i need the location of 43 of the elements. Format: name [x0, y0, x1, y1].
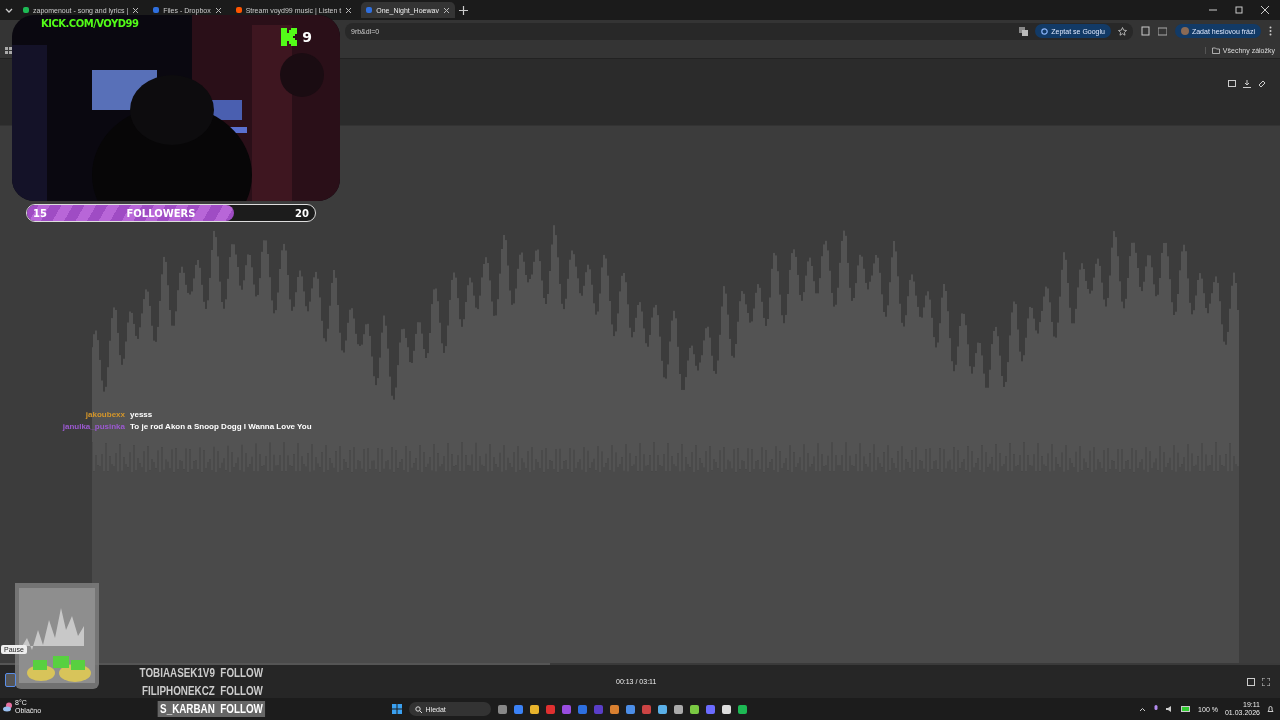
more-icon[interactable]: [1269, 26, 1272, 36]
minimize-icon[interactable]: [1209, 6, 1217, 14]
goal-target: 20: [295, 207, 309, 219]
new-tab-icon[interactable]: [458, 5, 468, 15]
bookmark-star-icon[interactable]: [1117, 26, 1127, 36]
restore-icon[interactable]: [1235, 6, 1243, 14]
link-icon[interactable]: [1258, 80, 1266, 88]
recent-follow: FILIPHONEKCZ FOLLOW: [140, 683, 264, 699]
folder-icon: [1211, 46, 1220, 54]
microphone-icon[interactable]: [1153, 705, 1160, 713]
chat-username: jakoubexx: [84, 410, 125, 419]
tab-favicon-icon: [153, 7, 160, 13]
channel-url: KICK.COM/VOYD99: [41, 18, 139, 29]
windows-start-icon[interactable]: [391, 704, 402, 714]
avatar-icon: [1180, 27, 1189, 35]
goal-start: 15: [33, 207, 47, 219]
recent-follow: TOBIAASEK1V9 FOLLOW: [138, 665, 264, 681]
weather-icon: [3, 702, 13, 712]
goal-label: FOLLOWERS: [125, 207, 197, 219]
close-icon[interactable]: [214, 6, 222, 14]
viewer-count: 9: [302, 29, 312, 45]
notification-bell-icon[interactable]: [1267, 705, 1274, 713]
tab-favicon-icon: [235, 7, 242, 13]
fullscreen-icon[interactable]: [1262, 677, 1270, 686]
chevron-up-icon[interactable]: [1139, 705, 1147, 713]
recent-follow: S_KARBAN FOLLOW: [157, 701, 265, 717]
chat-username: janulka_pusinka: [61, 422, 125, 431]
close-icon[interactable]: [1261, 6, 1269, 14]
battery-icon[interactable]: [1181, 706, 1192, 712]
download-icon[interactable]: [1243, 80, 1251, 88]
chat-message: yesss: [130, 410, 153, 419]
tab-favicon-icon: [366, 7, 373, 13]
tab-favicon-icon: [23, 7, 29, 13]
close-icon[interactable]: [442, 6, 450, 14]
close-icon[interactable]: [132, 6, 140, 14]
search-icon: [414, 705, 422, 713]
sidebar-icon[interactable]: [1157, 26, 1167, 36]
kick-logo-icon: [281, 28, 298, 46]
close-icon[interactable]: [345, 6, 353, 14]
chat-message: To je rod Akon a Snoop Dogg I Wanna Love You: [130, 422, 312, 431]
apps-icon[interactable]: [5, 46, 12, 54]
google-lens-icon: [1041, 27, 1049, 35]
translate-icon[interactable]: [1019, 26, 1029, 36]
